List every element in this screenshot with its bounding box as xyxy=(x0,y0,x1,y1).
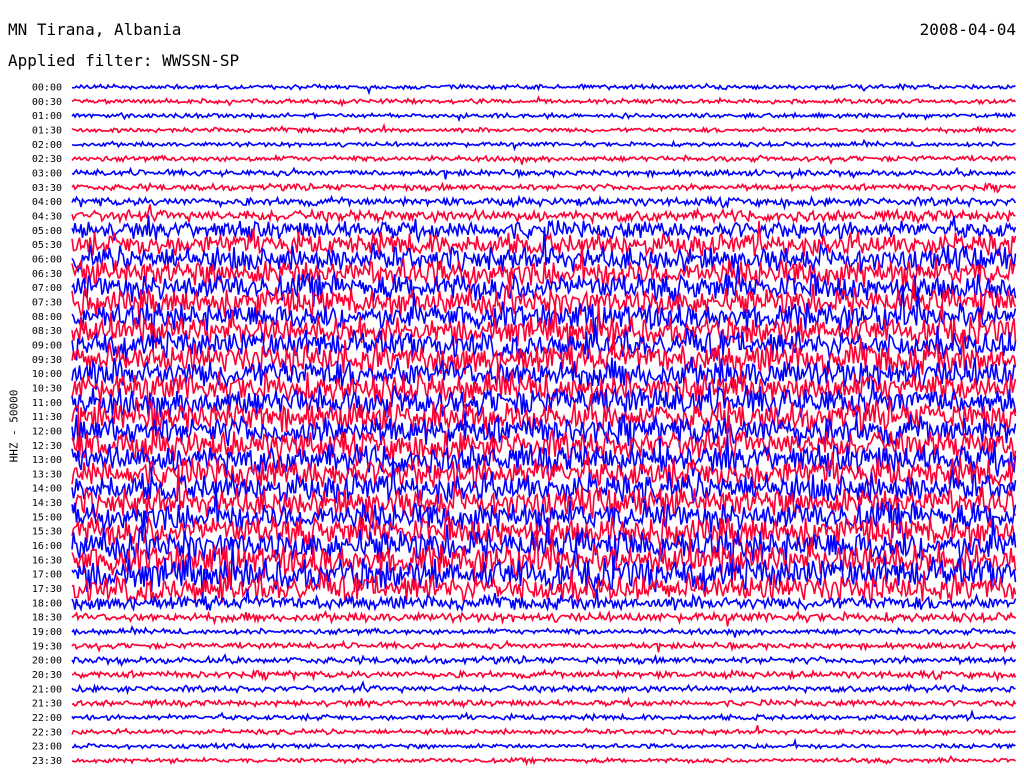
row-time-label: 03:30 xyxy=(32,183,62,194)
row-time-label: 08:00 xyxy=(32,312,62,323)
row-time-label: 11:00 xyxy=(32,398,62,409)
row-time-label: 06:30 xyxy=(32,269,62,280)
row-time-label: 20:30 xyxy=(32,670,62,681)
trace-line xyxy=(71,204,1016,226)
row-time-label: 18:30 xyxy=(32,613,62,624)
row-time-label: 09:00 xyxy=(32,340,62,351)
row-time-label: 12:00 xyxy=(32,426,62,437)
row-time-label: 02:30 xyxy=(32,154,62,165)
row-time-label: 02:00 xyxy=(32,140,62,151)
row-time-label: 17:00 xyxy=(32,570,62,581)
row-time-label: 05:00 xyxy=(32,226,62,237)
row-time-label: 00:00 xyxy=(32,83,62,94)
row-time-label: 01:30 xyxy=(32,125,62,136)
row-time-label: 10:00 xyxy=(32,369,62,380)
trace-line xyxy=(71,725,1017,737)
trace-line xyxy=(71,653,1017,668)
row-time-label: 07:00 xyxy=(32,283,62,294)
row-time-label: 10:30 xyxy=(32,383,62,394)
row-time-label: 22:30 xyxy=(32,727,62,738)
row-time-label: 15:30 xyxy=(32,527,62,538)
trace-line xyxy=(71,166,1016,181)
row-time-label: 14:00 xyxy=(32,484,62,495)
helicorder-plot: 00:00 00:30 01:00 01:30 02:00 02:30 03:00 03:30… xyxy=(32,82,1017,768)
row-time-label: 01:00 xyxy=(32,111,62,122)
trace-line xyxy=(71,737,1016,751)
row-time-label: 00:30 xyxy=(32,97,62,108)
trace-line xyxy=(71,95,1017,108)
trace-line xyxy=(71,194,1017,211)
row-time-label: 18:00 xyxy=(32,598,62,609)
row-time-label: 16:30 xyxy=(32,555,62,566)
row-labels-group: 00:00 00:30 01:00 01:30 02:00 02:30 03:00 03:30… xyxy=(32,83,62,768)
trace-line xyxy=(71,708,1016,722)
row-time-label: 17:30 xyxy=(32,584,62,595)
row-time-label: 13:30 xyxy=(32,469,62,480)
row-time-label: 04:00 xyxy=(32,197,62,208)
row-time-label: 23:30 xyxy=(32,756,62,767)
trace-line xyxy=(71,639,1017,654)
row-time-label: 21:00 xyxy=(32,684,62,695)
trace-line xyxy=(71,138,1016,152)
trace-line xyxy=(71,668,1017,683)
trace-line xyxy=(71,181,1017,194)
row-time-label: 09:30 xyxy=(32,355,62,366)
row-time-label: 06:00 xyxy=(32,254,62,265)
row-time-label: 22:00 xyxy=(32,713,62,724)
row-time-label: 21:30 xyxy=(32,699,62,710)
row-time-label: 04:30 xyxy=(32,211,62,222)
row-time-label: 23:00 xyxy=(32,742,62,753)
row-time-label: 16:00 xyxy=(32,541,62,552)
row-time-label: 19:00 xyxy=(32,627,62,638)
row-time-label: 13:00 xyxy=(32,455,62,466)
trace-line xyxy=(71,696,1017,709)
trace-line xyxy=(71,111,1017,123)
trace-line xyxy=(71,82,1016,96)
row-time-label: 20:00 xyxy=(32,656,62,667)
trace-line xyxy=(71,122,1016,135)
row-time-label: 19:30 xyxy=(32,641,62,652)
row-time-label: 15:00 xyxy=(32,512,62,523)
row-time-label: 14:30 xyxy=(32,498,62,509)
row-time-label: 11:30 xyxy=(32,412,62,423)
traces-group xyxy=(71,82,1017,767)
trace-line xyxy=(71,625,1017,638)
row-time-label: 07:30 xyxy=(32,297,62,308)
trace-line xyxy=(71,153,1017,166)
row-time-label: 03:00 xyxy=(32,168,62,179)
row-time-label: 08:30 xyxy=(32,326,62,337)
trace-line xyxy=(71,679,1016,696)
trace-line xyxy=(71,588,1017,613)
row-time-label: 12:30 xyxy=(32,441,62,452)
trace-line xyxy=(71,609,1017,627)
row-time-label: 05:30 xyxy=(32,240,62,251)
trace-line xyxy=(71,754,1016,767)
